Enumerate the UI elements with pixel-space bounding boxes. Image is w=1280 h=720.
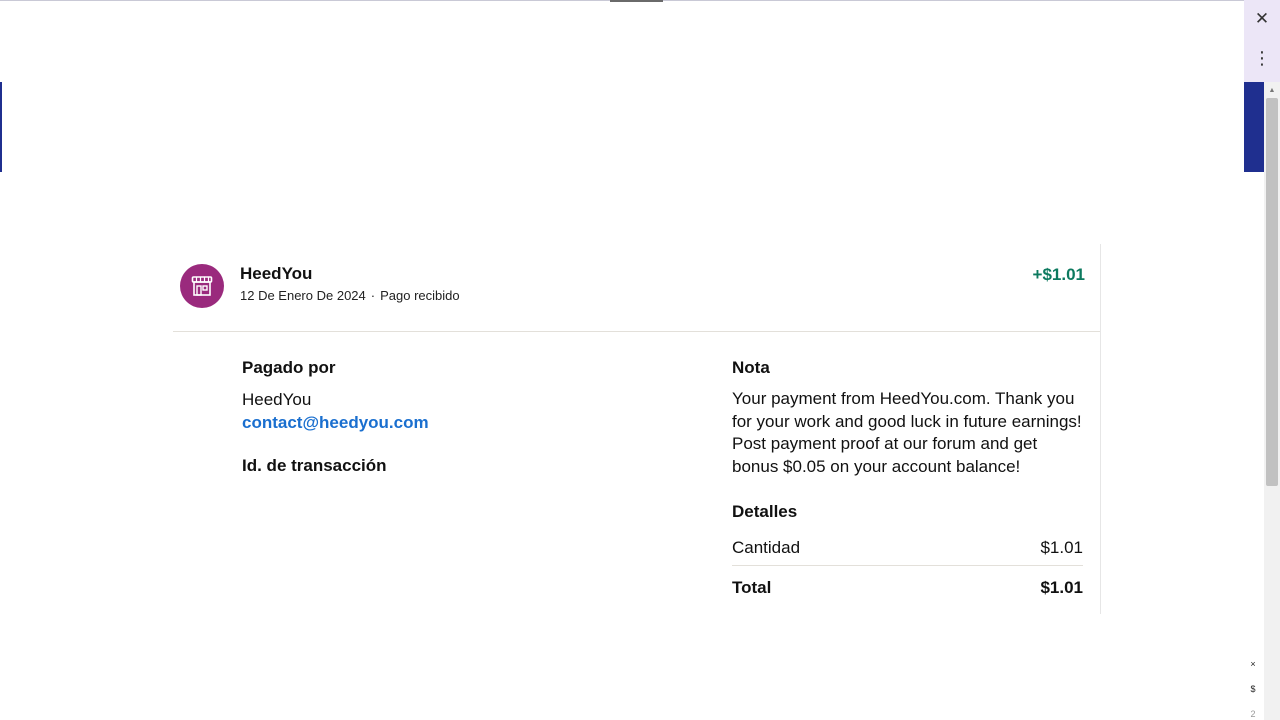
- more-vertical-icon[interactable]: ⋮: [1244, 40, 1280, 76]
- side-mini-widgets: × $ 2: [1246, 652, 1260, 720]
- note-details-column: Nota Your payment from HeedYou.com. Than…: [732, 356, 1084, 610]
- total-value: $1.01: [1040, 578, 1083, 597]
- transaction-card: HeedYou 12 De Enero De 2024 · Pago recibid…: [173, 244, 1101, 614]
- store-icon: [191, 276, 213, 296]
- details-title: Detalles: [732, 502, 798, 521]
- transaction-header: HeedYou 12 De Enero De 2024 · Pago recibid…: [173, 244, 1100, 332]
- transaction-id-title: Id. de transacción: [242, 456, 387, 475]
- detail-label: Cantidad: [732, 537, 801, 557]
- meta-separator: ·: [370, 288, 376, 303]
- note-body: Your payment from HeedYou.com. Thank you…: [732, 389, 1082, 476]
- total-label: Total: [732, 578, 772, 597]
- transaction-meta: 12 De Enero De 2024 · Pago recibido: [240, 288, 460, 303]
- mini-counter: 2: [1250, 709, 1256, 719]
- detail-row-cantidad: Cantidad $1.01: [732, 530, 1083, 566]
- payer-name: HeedYou: [242, 390, 312, 409]
- transaction-amount: +$1.01: [1032, 265, 1085, 284]
- transaction-date: 12 De Enero De 2024: [240, 288, 366, 303]
- merchant-avatar: [180, 264, 224, 308]
- scrollbar-thumb[interactable]: [1266, 98, 1278, 486]
- top-tab-marker: [610, 0, 663, 2]
- detail-row-total: Total $1.01: [732, 566, 1083, 610]
- close-icon[interactable]: ✕: [1244, 2, 1280, 36]
- left-edge-bar: [0, 82, 2, 172]
- payer-email-link[interactable]: contact@heedyou.com: [242, 411, 429, 434]
- merchant-name: HeedYou: [240, 264, 313, 283]
- side-panel-banner: [1244, 82, 1264, 172]
- paid-by-title: Pagado por: [242, 358, 336, 377]
- payer-column: Pagado por HeedYou contact@heedyou.com I…: [242, 356, 662, 500]
- transaction-status: Pago recibido: [380, 288, 460, 303]
- note-title: Nota: [732, 358, 770, 377]
- scroll-up-arrow-icon[interactable]: ▲: [1264, 84, 1280, 96]
- transaction-id-value[interactable]: [242, 486, 662, 500]
- mini-close-icon[interactable]: ×: [1246, 652, 1260, 677]
- page: ✕ ⋮ ▲ × $ 2 HeedYou 12 De Enero De 2024 …: [0, 0, 1280, 720]
- mini-dollar-icon[interactable]: $: [1246, 677, 1260, 702]
- detail-value: $1.01: [1040, 537, 1083, 557]
